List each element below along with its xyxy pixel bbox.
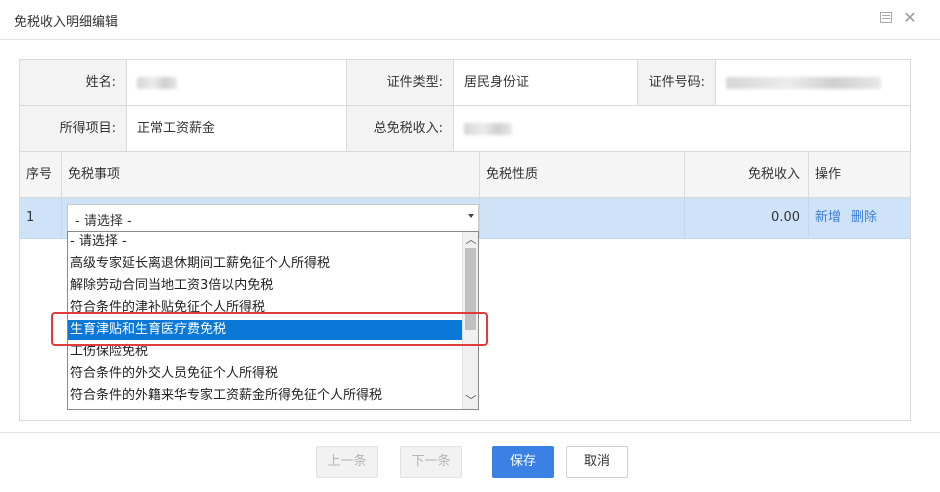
table-header: 序号 免税事项 免税性质 免税收入 操作: [20, 152, 910, 198]
col-header-item: 免税事项: [62, 152, 480, 197]
income-item-label: 所得项目:: [20, 106, 127, 151]
row-actions: 新增 删除: [809, 198, 910, 238]
prev-button[interactable]: 上一条: [316, 446, 378, 478]
income-item-value: 正常工资薪金: [127, 106, 347, 151]
col-header-index: 序号: [20, 152, 62, 197]
dropdown-scrollbar[interactable]: ︿ ﹀: [462, 232, 478, 409]
col-header-amount: 免税收入: [685, 152, 809, 197]
exempt-item-dropdown-list[interactable]: - 请选择 - 高级专家延长离退休期间工薪免征个人所得税 解除劳动合同当地工资3…: [67, 231, 479, 410]
info-row-1: 姓名: 证件类型: 居民身份证 证件号码:: [20, 60, 910, 106]
name-value: [127, 60, 347, 105]
row-nature: [480, 198, 685, 238]
save-button[interactable]: 保存: [492, 446, 554, 478]
col-header-nature: 免税性质: [480, 152, 685, 197]
chevron-down-icon[interactable]: [468, 214, 474, 218]
dropdown-option-selected[interactable]: 生育津贴和生育医疗费免税: [68, 320, 462, 340]
id-number-value: [716, 60, 910, 105]
dropdown-option[interactable]: 高级专家延长离退休期间工薪免征个人所得税: [68, 254, 462, 274]
scrollbar-thumb[interactable]: [465, 248, 476, 330]
row-index: 1: [20, 198, 62, 238]
detail-panel: 姓名: 证件类型: 居民身份证 证件号码: 所得项目: 正常工资薪金 总免税收入…: [19, 59, 911, 421]
cancel-button[interactable]: 取消: [566, 446, 628, 478]
info-row-2: 所得项目: 正常工资薪金 总免税收入:: [20, 106, 910, 152]
close-icon[interactable]: ✕: [902, 10, 918, 26]
dropdown-option[interactable]: 符合条件的外交人员免征个人所得税: [68, 364, 462, 384]
id-number-label: 证件号码:: [638, 60, 716, 105]
id-type-value: 居民身份证: [454, 60, 638, 105]
dropdown-option[interactable]: 工伤保险免税: [68, 342, 462, 362]
next-button[interactable]: 下一条: [400, 446, 462, 478]
total-exempt-label: 总免税收入:: [347, 106, 454, 151]
scroll-down-icon[interactable]: ﹀: [463, 393, 478, 409]
dropdown-option[interactable]: 符合条件的津补贴免征个人所得税: [68, 298, 462, 318]
exempt-item-select-value: - 请选择 -: [75, 214, 132, 229]
id-type-label: 证件类型:: [347, 60, 454, 105]
add-row-link[interactable]: 新增: [815, 210, 841, 225]
total-exempt-value: [454, 106, 910, 151]
restore-icon[interactable]: [878, 10, 894, 26]
dialog-title-bar: 免税收入明细编辑 ✕: [0, 0, 940, 40]
delete-row-link[interactable]: 删除: [851, 210, 877, 225]
name-label: 姓名:: [20, 60, 127, 105]
col-header-actions: 操作: [815, 167, 842, 182]
row-amount[interactable]: 0.00: [685, 198, 809, 238]
exempt-item-select[interactable]: - 请选择 -: [67, 204, 479, 231]
scroll-up-icon[interactable]: ︿: [463, 232, 478, 248]
dropdown-option[interactable]: 符合条件的外籍来华专家工资薪金所得免征个人所得税: [68, 386, 462, 406]
dialog-footer: 上一条 下一条 保存 取消: [0, 432, 940, 492]
dropdown-option[interactable]: - 请选择 -: [68, 232, 462, 252]
dropdown-option[interactable]: 解除劳动合同当地工资3倍以内免税: [68, 276, 462, 296]
dialog-title: 免税收入明细编辑: [14, 15, 119, 30]
